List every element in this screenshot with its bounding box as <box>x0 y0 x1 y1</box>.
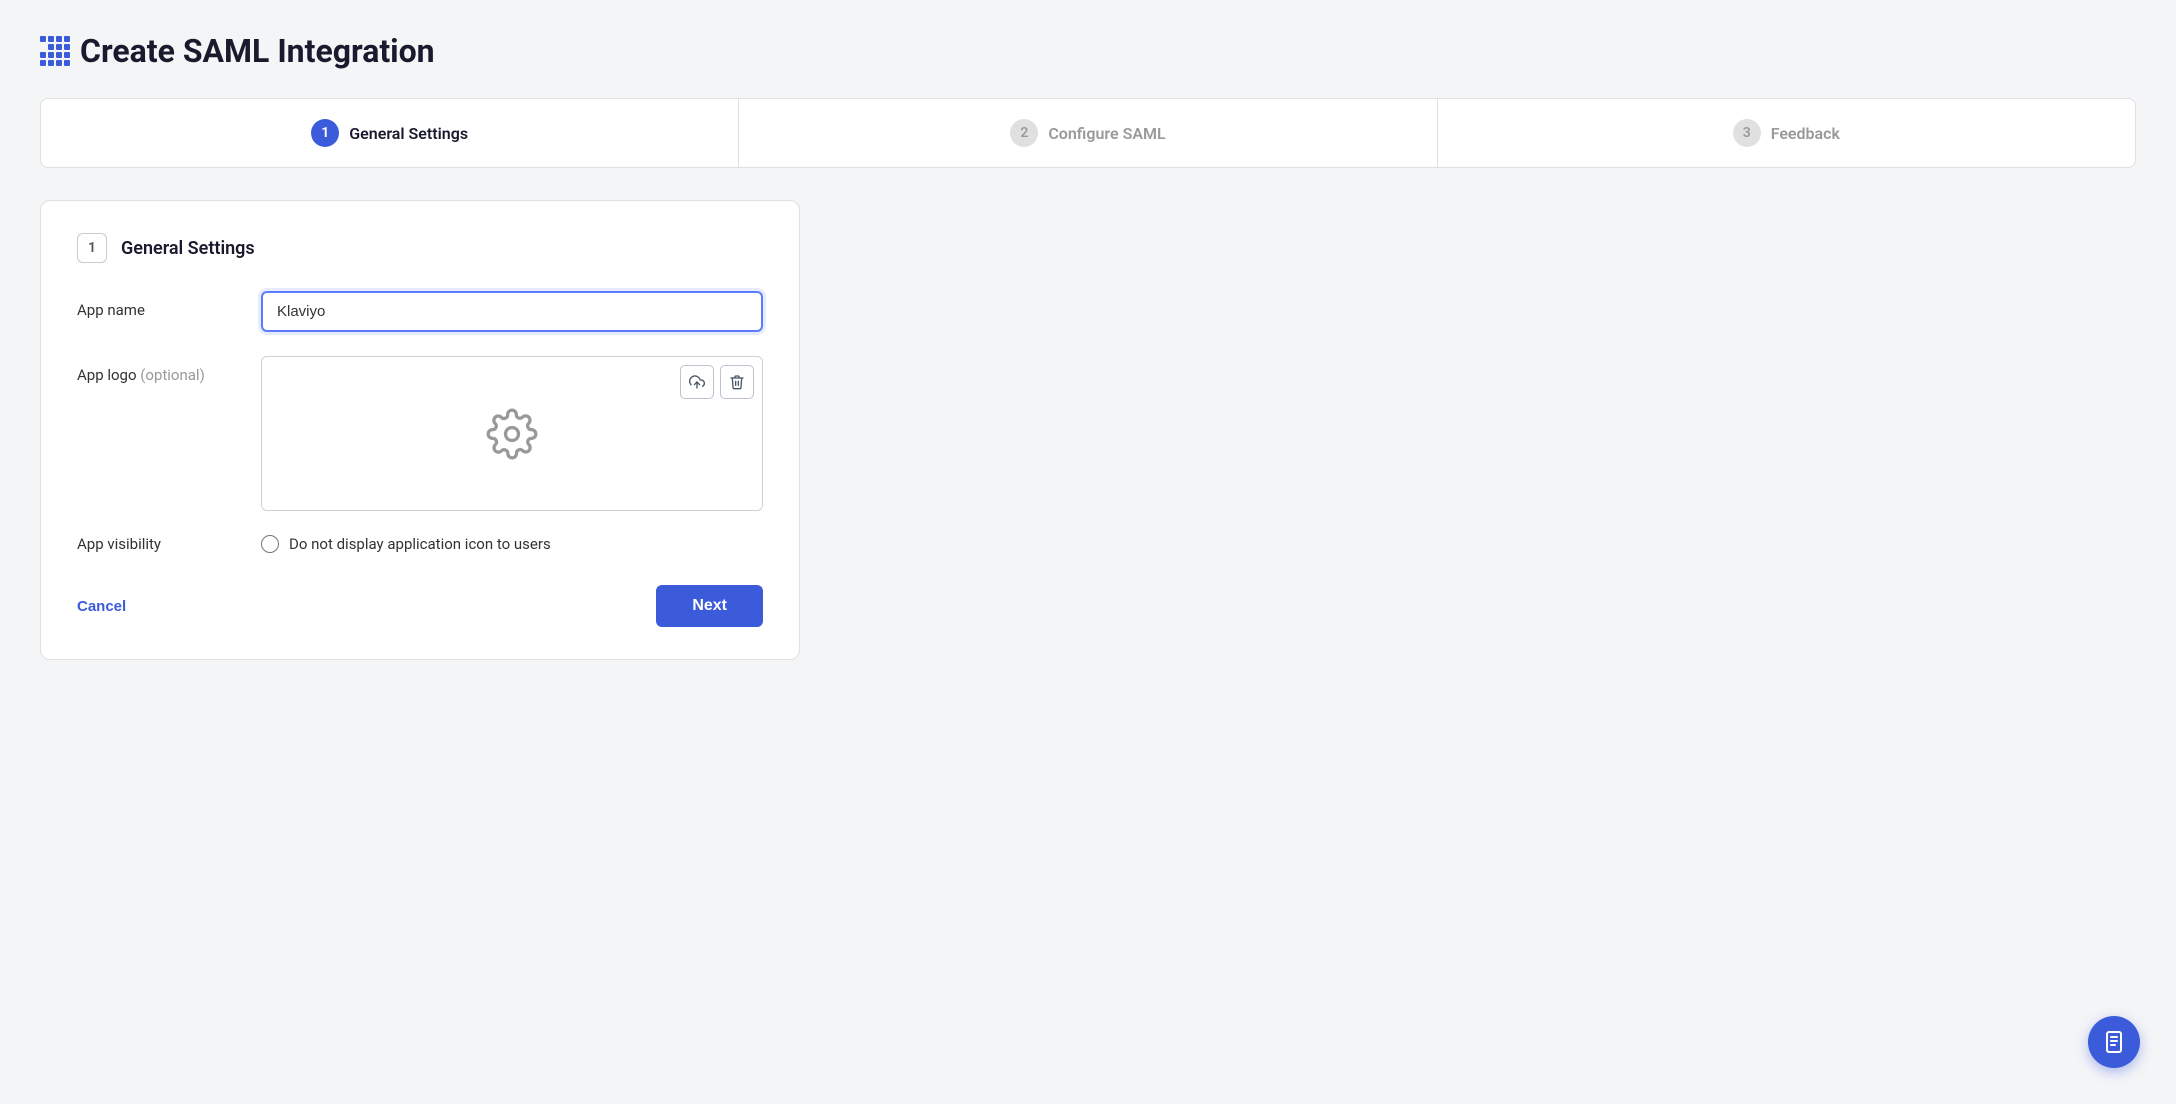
step-1-label: General Settings <box>349 124 468 143</box>
form-card: 1 General Settings App name App logo (op… <box>40 200 800 660</box>
section-header: 1 General Settings <box>77 233 763 263</box>
app-logo-control <box>261 356 763 511</box>
step-feedback[interactable]: 3 Feedback <box>1438 99 2135 167</box>
trash-icon <box>729 374 745 390</box>
next-button[interactable]: Next <box>656 585 763 627</box>
page-title: Create SAML Integration <box>80 32 435 70</box>
page-title-area: Create SAML Integration <box>40 32 2136 70</box>
app-logo-row: App logo (optional) <box>77 356 763 511</box>
radio-wrap: Do not display application icon to users <box>261 535 551 553</box>
grid-icon <box>40 36 70 66</box>
app-name-row: App name <box>77 291 763 332</box>
logo-upload-area[interactable] <box>261 356 763 511</box>
step-general-settings[interactable]: 1 General Settings <box>41 99 739 167</box>
app-name-label: App name <box>77 291 237 319</box>
floating-action-button[interactable] <box>2088 1016 2140 1068</box>
app-visibility-option: Do not display application icon to users <box>289 535 551 553</box>
app-logo-label: App logo (optional) <box>77 356 237 384</box>
step-3-number: 3 <box>1733 119 1761 147</box>
stepper: 1 General Settings 2 Configure SAML 3 Fe… <box>40 98 2136 168</box>
upload-icon <box>689 374 705 390</box>
app-visibility-row: App visibility Do not display applicatio… <box>77 535 763 553</box>
app-name-input[interactable] <box>261 291 763 332</box>
delete-logo-button[interactable] <box>720 365 754 399</box>
gear-placeholder-icon <box>486 408 538 460</box>
upload-logo-button[interactable] <box>680 365 714 399</box>
section-title: General Settings <box>121 238 255 259</box>
step-configure-saml[interactable]: 2 Configure SAML <box>739 99 1437 167</box>
app-visibility-label: App visibility <box>77 535 237 553</box>
step-1-number: 1 <box>311 119 339 147</box>
app-name-control <box>261 291 763 332</box>
step-2-label: Configure SAML <box>1048 124 1165 143</box>
cancel-button[interactable]: Cancel <box>77 598 126 615</box>
logo-upload-buttons <box>680 365 754 399</box>
form-actions: Cancel Next <box>77 585 763 627</box>
step-2-number: 2 <box>1010 119 1038 147</box>
step-3-label: Feedback <box>1771 124 1840 143</box>
section-number: 1 <box>77 233 107 263</box>
app-visibility-radio[interactable] <box>261 535 279 553</box>
document-icon <box>2102 1030 2126 1054</box>
